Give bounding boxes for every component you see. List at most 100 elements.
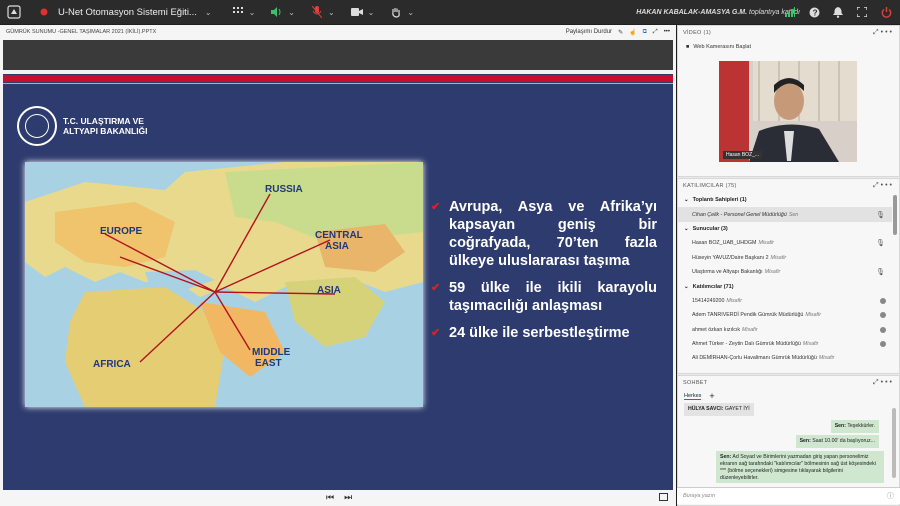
chat-message: Sen: Teşekkürler. — [830, 420, 879, 433]
map-label-middle-east-2: EAST — [255, 358, 282, 369]
chevron-down-icon: ⌄ — [684, 283, 689, 290]
expand-icon[interactable]: ⤢ — [873, 29, 881, 36]
slide-top-strip — [3, 70, 673, 74]
participant-name: Ahmet Türker - Zeytin Dalı Gümrük Müdürl… — [692, 341, 801, 348]
chevron-down-icon: ⌄ — [684, 225, 689, 232]
participant-row[interactable]: Cihan Çelik - Personel Genel Müdürlüğü Se… — [678, 207, 892, 222]
participant-video[interactable]: Hasan BOZ_... — [719, 61, 857, 162]
microphone-icon: 🎙 — [876, 211, 885, 219]
participants-pod-title: KATILIMCILAR (75) — [683, 182, 737, 189]
participant-row[interactable]: Ali DEMİRHAN-Çorlu Havalimanı Gümrük Müd… — [678, 351, 892, 365]
slide-divider — [3, 83, 673, 84]
chat-message: HÜLYA SAVCI: GAYET İYİ — [684, 403, 754, 416]
bullet-text: Avrupa, Asya ve Afrika’yı kapsayan geniş… — [449, 199, 657, 269]
participant-name: 15414249200 — [692, 297, 725, 304]
more-options-icon[interactable]: ••• — [881, 182, 894, 189]
attendees-section-header[interactable]: ⌄ Katılımcılar (71) — [678, 279, 892, 293]
chat-sender: Sen: — [834, 423, 846, 429]
world-map-image: RUSSIA EUROPE CENTRAL ASIA ASIA AFRICA M… — [25, 162, 423, 407]
draw-icon[interactable]: ✎ — [618, 29, 623, 36]
svg-text:?: ? — [812, 8, 817, 17]
content-share-panel: GÜMRÜK SUNUMU -GENEL TAŞIMALAR 2021 (İKİ… — [0, 25, 676, 506]
ministry-logo: T.C. ULAŞTIRMA VE ALTYAPI BAKANLIĞI — [17, 106, 148, 146]
map-label-africa: AFRICA — [93, 359, 131, 370]
map-label-russia: RUSSIA — [265, 184, 303, 195]
participant-row[interactable]: Ahmet Türker - Zeytin Dalı Gümrük Müdürl… — [678, 337, 892, 351]
org-name-line2: ALTYAPI BAKANLIĞI — [63, 126, 148, 136]
chat-scrollbar[interactable] — [892, 408, 896, 478]
chevron-down-icon[interactable]: ⌄ — [288, 8, 295, 17]
layout-menu[interactable]: ⌄ — [230, 4, 256, 20]
chat-message: Sen: Ad Soyad ve Birimlerini yazmadan gi… — [716, 451, 884, 483]
hosts-section-label: Toplantı Sahipleri (1) — [692, 197, 747, 204]
fullscreen-icon[interactable] — [854, 4, 870, 20]
chat-text: Saat 10.00' da başlıyoruz... — [812, 438, 875, 444]
participant-name: ahmet özkan kızılcık — [692, 326, 740, 333]
sync-icon[interactable]: ⧉ — [643, 29, 647, 36]
pointer-icon[interactable]: ☝ — [629, 29, 636, 36]
microphone-icon: 🎙 — [876, 240, 885, 248]
participant-row[interactable]: Hüseyin YAVUZ/Daire Başkanı 2 Misafir — [678, 251, 892, 265]
camera-control[interactable]: ⌄ — [349, 4, 375, 20]
leave-meeting-icon[interactable] — [878, 4, 894, 20]
participant-role: Sen — [788, 211, 799, 218]
meeting-title[interactable]: U-Net Otomasyon Sistemi Eğiti... — [58, 7, 197, 18]
chevron-down-icon[interactable]: ⌄ — [249, 8, 256, 17]
attendees-section-label: Katılımcılar (71) — [692, 283, 734, 290]
expand-icon[interactable]: ⤢ — [653, 29, 658, 36]
next-slide-icon[interactable]: ⏭ — [344, 492, 352, 503]
bullet-list: ✔ Avrupa, Asya ve Afrika’yı kapsayan gen… — [431, 198, 657, 351]
video-pod: VİDEO (1) ⤢••• ■ Web Kamerasını Başlat H… — [677, 25, 900, 177]
participant-role: Misafir — [802, 341, 819, 348]
chat-tab-everyone[interactable]: Herkes — [684, 393, 702, 400]
bullet-item: ✔ 24 ülke ile serbestleştirme — [431, 324, 657, 342]
start-webcam-label: Web Kamerasını Başlat — [693, 44, 752, 50]
add-chat-tab-icon[interactable]: + — [709, 391, 714, 401]
participants-scrollbar[interactable] — [893, 195, 897, 235]
start-webcam-button[interactable]: ■ Web Kamerasını Başlat — [686, 44, 751, 50]
microphone-icon: 🎙 — [876, 269, 885, 277]
more-options-icon[interactable]: ••• — [881, 29, 894, 36]
microphone-control[interactable]: ⌄ — [309, 4, 335, 20]
participant-row[interactable]: Hasan BOZ_UAB_UHDGM Misafir 🎙 — [678, 236, 892, 250]
join-notification: HAKAN KABALAK-AMASYA G.M. toplantıya kat… — [636, 9, 800, 16]
raise-hand-icon[interactable] — [388, 4, 404, 20]
grid-icon[interactable] — [230, 4, 246, 20]
participant-row[interactable]: ahmet özkan kızılcık Misafir — [678, 323, 892, 337]
previous-slide-icon[interactable]: ⏮ — [326, 492, 334, 503]
speaker-icon[interactable] — [269, 4, 285, 20]
speaker-control[interactable]: ⌄ — [269, 4, 295, 20]
hosts-section-header[interactable]: ⌄ Toplantı Sahipleri (1) — [678, 193, 892, 207]
signal-strength-icon[interactable] — [782, 4, 798, 20]
participant-name: Cihan Çelik - Personel Genel Müdürlüğü — [692, 211, 787, 218]
participant-role: Misafir — [764, 269, 781, 276]
expand-icon[interactable]: ⤢ — [873, 182, 881, 189]
chevron-down-icon[interactable]: ⌄ — [205, 8, 212, 17]
stop-sharing-button[interactable]: Paylaşımı Durdur — [566, 29, 612, 35]
help-icon[interactable]: ? — [806, 4, 822, 20]
ministry-seal-icon — [17, 106, 57, 146]
chat-input[interactable]: Buraya yazın — [677, 487, 900, 504]
slide-navigation-bar: ⏮ ⏭ — [0, 490, 676, 506]
fit-to-screen-icon[interactable] — [659, 493, 668, 501]
chat-info-icon[interactable]: ⓘ — [887, 491, 894, 501]
expand-icon[interactable]: ⤢ — [873, 379, 881, 386]
participant-role: Misafir — [758, 240, 775, 247]
presenters-section-header[interactable]: ⌄ Sunucular (3) — [678, 222, 892, 236]
notifications-icon[interactable] — [830, 4, 846, 20]
bullet-item: ✔ 59 ülke ile ikili karayolu taşımacılığ… — [431, 279, 657, 315]
more-options-icon[interactable]: ••• — [881, 379, 894, 386]
participant-row[interactable]: 15414249200 Misafir — [678, 294, 892, 308]
map-label-europe: EUROPE — [100, 226, 143, 237]
participant-row[interactable]: Ulaştırma ve Altyapı Bakanlığı Misafir 🎙 — [678, 265, 892, 279]
microphone-muted-icon[interactable] — [309, 4, 325, 20]
app-logo-icon[interactable] — [6, 4, 22, 20]
chevron-down-icon[interactable]: ⌄ — [407, 8, 414, 17]
chevron-down-icon[interactable]: ⌄ — [368, 8, 375, 17]
camera-icon[interactable] — [349, 4, 365, 20]
more-options-icon[interactable]: ••• — [664, 29, 670, 35]
chevron-down-icon[interactable]: ⌄ — [328, 8, 335, 17]
participant-row[interactable]: Adem TANRIVERDİ Pendik Gümrük Müdürlüğü M… — [678, 308, 892, 322]
raise-hand-control[interactable]: ⌄ — [388, 4, 414, 20]
slide-stage: T.C. ULAŞTIRMA VE ALTYAPI BAKANLIĞI RUSS… — [3, 40, 673, 491]
